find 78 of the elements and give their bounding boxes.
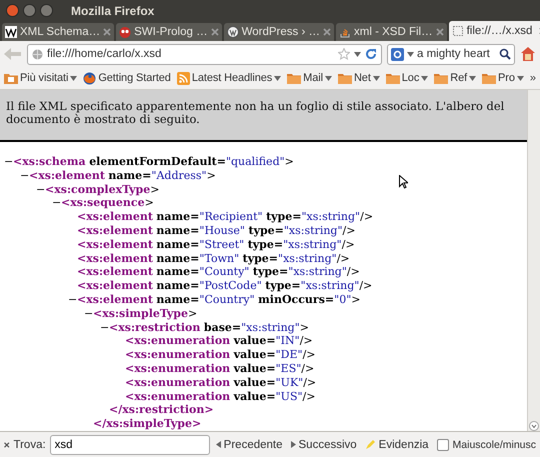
bookmark-item[interactable]: Più visitati	[2, 72, 80, 84]
wordpress-logo-icon	[226, 26, 239, 38]
page-icon	[452, 25, 464, 37]
rss-icon	[176, 72, 190, 84]
browser-tab[interactable]: XML Schema…	[2, 23, 114, 41]
xml-line: <xs:element name="Country" minOccurs="0">	[77, 292, 360, 307]
highlighter-icon	[364, 439, 376, 450]
bookmark-item[interactable]: Mail	[285, 72, 334, 84]
collapse-toggle[interactable]: −	[84, 306, 93, 321]
browser-tab[interactable]: WordPress › …	[224, 23, 334, 41]
collapse-toggle[interactable]: −	[36, 182, 45, 196]
find-label: Trova:	[14, 438, 46, 450]
collapse-toggle[interactable]: −	[100, 320, 109, 334]
w-logo-icon	[5, 26, 17, 38]
folder-icon	[386, 72, 400, 84]
home-icon[interactable]	[520, 46, 536, 62]
folder-icon	[4, 72, 18, 84]
xml-line: <xs:element name="Town" type="xs:string"/>	[77, 252, 350, 266]
browser-tab[interactable]: file://…/x.xsd	[448, 21, 540, 41]
notice-text: Il file XML specificato apparentemente non ha un foglio di stile associato. L'albero del documento è mostrato di seguito.	[0, 90, 527, 142]
triangle-right-icon	[290, 441, 296, 448]
folder-icon	[482, 72, 496, 84]
xml-line: <xs:complexType>	[45, 182, 160, 196]
xml-line: <xs:enumeration value="IN"/>	[125, 334, 313, 348]
bookmark-item[interactable]: Net	[336, 72, 382, 84]
highlight-button[interactable]: Evidenzia	[362, 438, 431, 450]
close-icon[interactable]	[6, 4, 19, 17]
xml-line: <xs:schema elementFormDefault="qualified">	[13, 155, 294, 169]
browser-tab[interactable]: xml - XSD Fil…	[336, 23, 447, 41]
xml-line: <xs:element name="PostCode" type="xs:string"/>	[77, 279, 372, 293]
caret-icon	[407, 52, 414, 56]
xml-line: <xs:element name="Recipient" type="xs:string"/>	[77, 210, 374, 224]
scroll-down-icon[interactable]	[529, 421, 539, 431]
previous-button[interactable]: Precedente	[214, 438, 284, 450]
window-title: Mozilla Firefox	[71, 4, 154, 18]
caret-icon	[354, 52, 361, 56]
triangle-left-icon	[216, 441, 221, 448]
xml-line: <xs:enumeration value="US"/>	[125, 390, 316, 404]
bookmark-item[interactable]: Ref	[432, 72, 478, 84]
bookmark-item[interactable]: Getting Started	[81, 72, 173, 84]
folder-icon	[287, 72, 302, 84]
xml-line: <xs:enumeration value="DE"/>	[125, 348, 316, 362]
address-field[interactable]: file:///home/carlo/x.xsd	[27, 44, 382, 64]
search-field[interactable]: a mighty heart	[387, 44, 515, 64]
bookmarks-overflow[interactable]: »	[528, 72, 538, 84]
bookmark-item[interactable]: Loc	[384, 72, 430, 84]
close-icon[interactable]	[4, 440, 10, 450]
folder-icon	[434, 72, 448, 84]
star-icon[interactable]	[338, 48, 350, 60]
collapse-toggle[interactable]: −	[20, 168, 29, 183]
search-icon[interactable]	[499, 48, 511, 60]
collapse-toggle[interactable]: −	[68, 292, 77, 307]
maximize-icon[interactable]	[40, 4, 53, 17]
browser-tab[interactable]: SWI-Prolog …	[116, 23, 222, 41]
xml-line: <xs:element name="House" type="xs:string"/>	[77, 224, 356, 238]
match-case-checkbox[interactable]: Maiuscole/minusc	[434, 438, 536, 450]
xml-line: <xs:enumeration value="ES"/>	[125, 362, 314, 376]
find-field[interactable]: xsd	[50, 434, 210, 454]
globe-icon	[32, 48, 43, 60]
bookmark-item[interactable]: Pro	[480, 72, 526, 84]
xml-line: <xs:sequence>	[61, 196, 154, 210]
stack-icon	[339, 26, 351, 38]
bookmark-item[interactable]: Latest Headlines	[174, 72, 284, 84]
collapse-toggle[interactable]: −	[52, 196, 61, 210]
xml-line: <xs:simpleType>	[93, 306, 198, 321]
collapse-toggle[interactable]: −	[4, 155, 13, 169]
xml-line: </xs:simpleType>	[93, 417, 202, 431]
reload-icon[interactable]	[365, 48, 377, 60]
minimize-icon[interactable]	[23, 4, 36, 17]
mouse-pointer-icon	[399, 175, 408, 189]
folder-icon	[338, 72, 352, 84]
xml-line: <xs:element name="County" type="xs:string"/>	[77, 265, 360, 280]
xml-line: <xs:element name="Street" type="xs:string"/>	[77, 238, 355, 252]
xml-line: <xs:element name="Address">	[29, 168, 216, 183]
xml-line: </xs:restriction>	[109, 403, 214, 418]
next-button[interactable]: Successivo	[288, 438, 359, 450]
xml-line: <xs:restriction base="xs:string">	[109, 320, 309, 334]
xml-line: <xs:enumeration value="UK"/>	[125, 376, 316, 390]
